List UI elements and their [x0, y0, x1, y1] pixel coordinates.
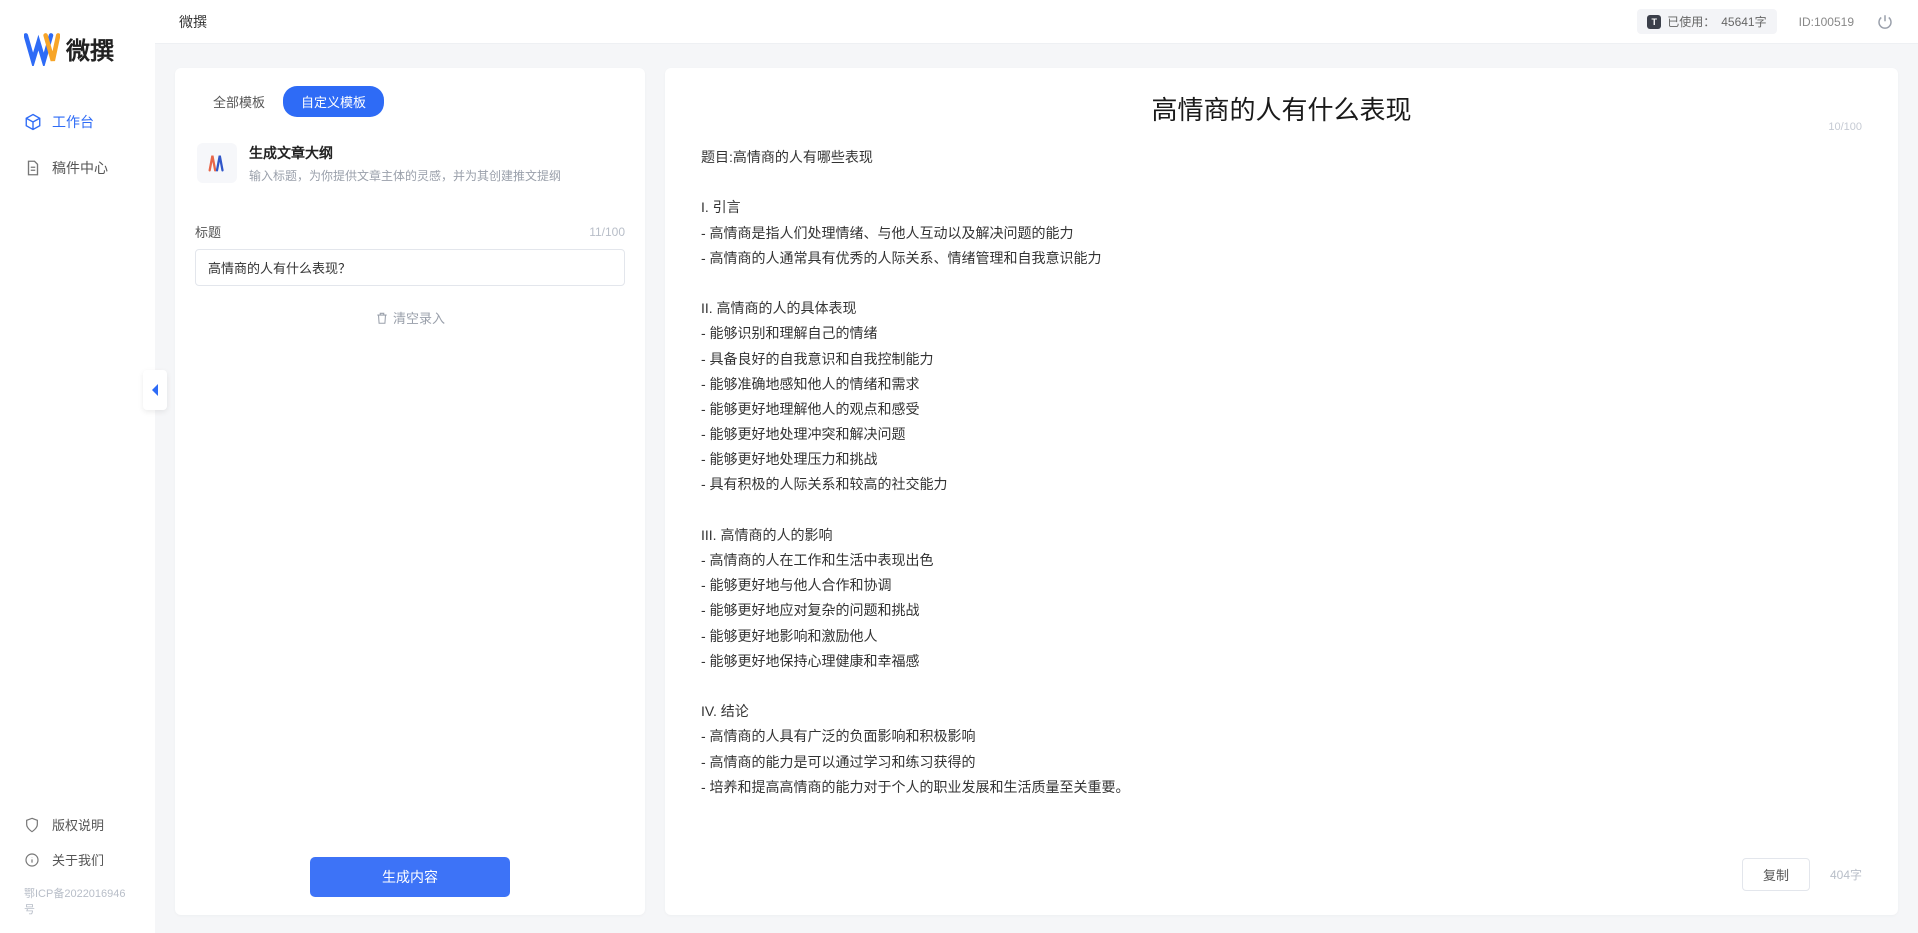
output-body: 题目:高情商的人有哪些表现 I. 引言 - 高情商是指人们处理情绪、与他人互动以…	[701, 145, 1862, 800]
user-id: ID:100519	[1799, 15, 1854, 29]
template-title: 生成文章大纲	[249, 143, 561, 163]
topbar: 微撰 T 已使用： 45641字 ID:100519	[155, 0, 1918, 44]
logo: 微撰	[0, 30, 155, 102]
info-icon	[24, 851, 42, 869]
template-desc: 输入标题，为你提供文章主体的灵感，并为其创建推文提纲	[249, 167, 561, 184]
nav-about[interactable]: 关于我们	[8, 842, 147, 877]
title-char-count: 10/100	[1828, 121, 1862, 133]
tab-custom-templates[interactable]: 自定义模板	[283, 86, 384, 117]
sidebar: 微撰 工作台 稿件中心 版权说明 关于我们 鄂ICP备202201	[0, 0, 155, 933]
nav-label: 稿件中心	[52, 158, 108, 178]
icp-text: 鄂ICP备2022016946号	[8, 877, 147, 917]
nav-drafts[interactable]: 稿件中心	[8, 148, 147, 188]
right-panel: 高情商的人有什么表现 10/100 题目:高情商的人有哪些表现 I. 引言 - …	[665, 68, 1898, 915]
clear-input-button[interactable]: 清空录入	[195, 308, 625, 327]
topbar-right: T 已使用： 45641字 ID:100519	[1637, 9, 1894, 34]
template-icon	[197, 143, 237, 183]
shield-icon	[24, 816, 42, 834]
output-footer: 复制 404字	[1742, 858, 1862, 891]
text-badge-icon: T	[1647, 15, 1661, 29]
power-icon[interactable]	[1876, 13, 1894, 31]
content: 全部模板 自定义模板 生成文章大纲 输入标题，为你提供文章主体的灵感，并为其创建…	[155, 44, 1918, 933]
field-label-title: 标题	[195, 222, 221, 241]
usage-label: 已使用：	[1667, 13, 1715, 30]
tabs: 全部模板 自定义模板	[195, 86, 625, 117]
logo-text: 微撰	[66, 31, 114, 66]
cube-icon	[24, 113, 42, 131]
nav-label: 关于我们	[52, 850, 104, 869]
title-section: 标题 11/100	[195, 222, 625, 286]
generate-button[interactable]: 生成内容	[310, 857, 510, 897]
template-meta: 生成文章大纲 输入标题，为你提供文章主体的灵感，并为其创建推文提纲	[249, 143, 561, 184]
title-input[interactable]	[195, 249, 625, 286]
usage-pill[interactable]: T 已使用： 45641字	[1637, 9, 1776, 34]
main: 微撰 T 已使用： 45641字 ID:100519 全部模板 自定	[155, 0, 1918, 933]
output-title: 高情商的人有什么表现	[701, 90, 1862, 127]
nav-main: 工作台 稿件中心	[0, 102, 155, 188]
nav-workspace[interactable]: 工作台	[8, 102, 147, 142]
clear-label: 清空录入	[393, 308, 445, 327]
collapse-sidebar-button[interactable]	[143, 370, 167, 410]
usage-value: 45641字	[1721, 13, 1766, 30]
word-count: 404字	[1830, 866, 1862, 883]
copy-button[interactable]: 复制	[1742, 858, 1810, 891]
tab-all-templates[interactable]: 全部模板	[195, 86, 283, 117]
logo-icon	[24, 30, 60, 66]
trash-icon	[375, 311, 389, 325]
sidebar-bottom: 版权说明 关于我们 鄂ICP备2022016946号	[0, 807, 155, 917]
left-panel: 全部模板 自定义模板 生成文章大纲 输入标题，为你提供文章主体的灵感，并为其创建…	[175, 68, 645, 915]
char-count: 11/100	[589, 225, 625, 239]
nav-label: 工作台	[52, 112, 94, 132]
output-title-row: 高情商的人有什么表现 10/100	[701, 90, 1862, 127]
page-title: 微撰	[179, 12, 207, 32]
nav-label: 版权说明	[52, 815, 104, 834]
nav-copyright[interactable]: 版权说明	[8, 807, 147, 842]
doc-icon	[24, 159, 42, 177]
template-card: 生成文章大纲 输入标题，为你提供文章主体的灵感，并为其创建推文提纲	[195, 137, 625, 198]
